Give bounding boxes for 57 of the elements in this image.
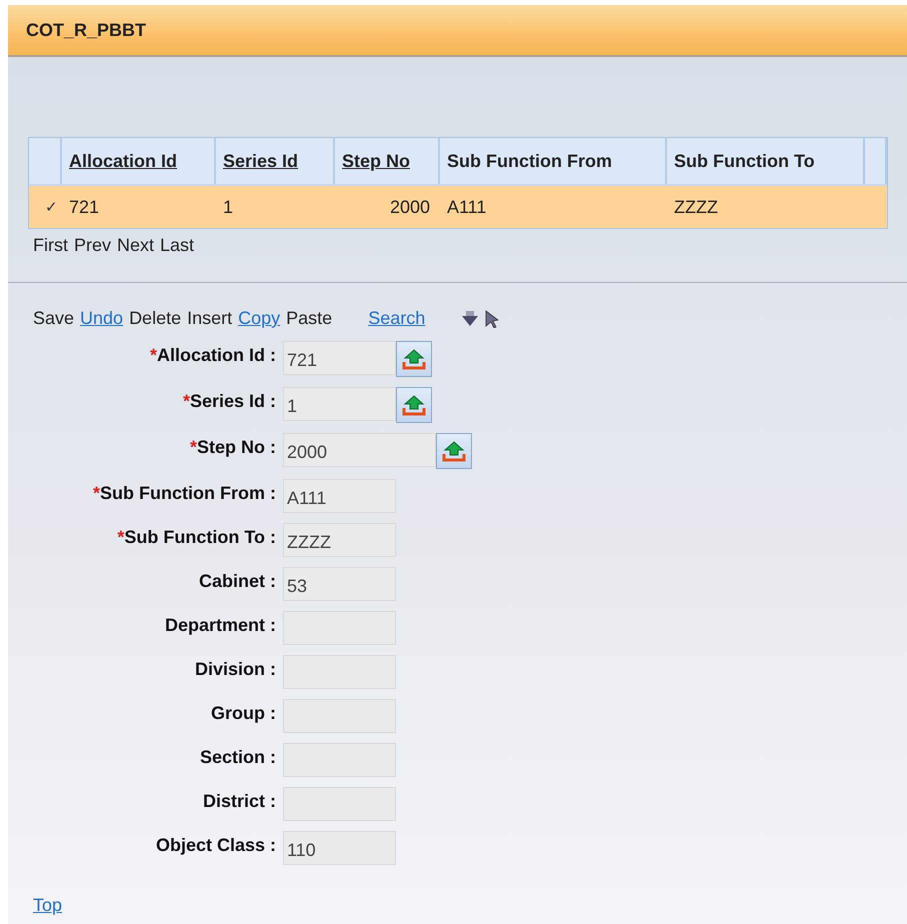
table-cell: A111 xyxy=(440,184,667,228)
pager-link[interactable]: Last xyxy=(160,235,194,256)
input-field[interactable]: ZZZZ xyxy=(283,523,396,557)
field-label: *Allocation Id : xyxy=(148,344,276,366)
action-link[interactable]: Paste xyxy=(286,308,332,329)
action-link[interactable]: Delete xyxy=(129,308,182,329)
pager-link[interactable]: Prev xyxy=(74,235,112,256)
action-link[interactable]: Insert xyxy=(187,308,232,329)
pager-link[interactable]: First xyxy=(33,235,68,256)
field-label: Group : xyxy=(210,702,276,724)
action-link[interactable]: Save xyxy=(33,308,74,329)
field-label: *Step No : xyxy=(188,436,276,458)
input-field[interactable]: A111 xyxy=(283,479,396,513)
input-field[interactable] xyxy=(283,743,396,777)
lookup-button[interactable] xyxy=(396,341,432,377)
field-label: *Sub Function From : xyxy=(92,482,276,504)
field-label: Cabinet : xyxy=(198,570,276,592)
table-cell: ZZZZ xyxy=(667,184,865,228)
input-field[interactable] xyxy=(283,787,396,821)
action-link[interactable]: Undo xyxy=(80,308,124,329)
input-field[interactable]: 110 xyxy=(283,831,396,865)
input-field[interactable]: 2000 xyxy=(283,433,436,467)
window-title: COT_R_PBBT xyxy=(26,20,146,40)
field-label: District : xyxy=(202,790,276,812)
upload-icon xyxy=(442,440,466,462)
top-link[interactable]: Top xyxy=(33,895,62,916)
input-field[interactable]: 1 xyxy=(283,387,396,421)
table-cell: 2000 xyxy=(335,184,440,228)
column-header[interactable]: Series Id xyxy=(216,138,335,184)
field-label: Object Class : xyxy=(154,834,276,856)
input-field[interactable]: 53 xyxy=(283,567,396,601)
upload-icon xyxy=(402,348,426,370)
column-header: Sub Function To xyxy=(667,138,865,184)
action-link[interactable]: Copy xyxy=(238,308,280,329)
action-link[interactable]: Search xyxy=(368,308,426,329)
field-label: Section : xyxy=(198,746,276,768)
field-label: *Series Id : xyxy=(182,390,276,412)
field-label: Division : xyxy=(194,658,276,680)
print-icon[interactable] xyxy=(461,310,480,326)
upload-icon xyxy=(402,394,426,416)
row-selector[interactable]: ✓ xyxy=(29,184,62,228)
lookup-button[interactable] xyxy=(436,433,472,469)
lookup-button[interactable] xyxy=(396,387,432,423)
check-mark: ✓ xyxy=(45,198,58,216)
input-field[interactable]: 721 xyxy=(283,341,396,375)
input-field[interactable] xyxy=(283,655,396,689)
column-header[interactable]: Allocation Id xyxy=(62,138,216,184)
field-label: Department : xyxy=(164,614,276,636)
input-field[interactable] xyxy=(283,611,396,645)
column-header: Sub Function From xyxy=(440,138,667,184)
column-header[interactable]: Step No xyxy=(335,138,440,184)
table-cell: 721 xyxy=(62,184,216,228)
field-label: *Sub Function To : xyxy=(116,526,276,548)
table-cell: 1 xyxy=(216,184,335,228)
cursor-icon[interactable] xyxy=(485,310,500,328)
input-field[interactable] xyxy=(283,699,396,733)
pager-link[interactable]: Next xyxy=(117,235,154,256)
